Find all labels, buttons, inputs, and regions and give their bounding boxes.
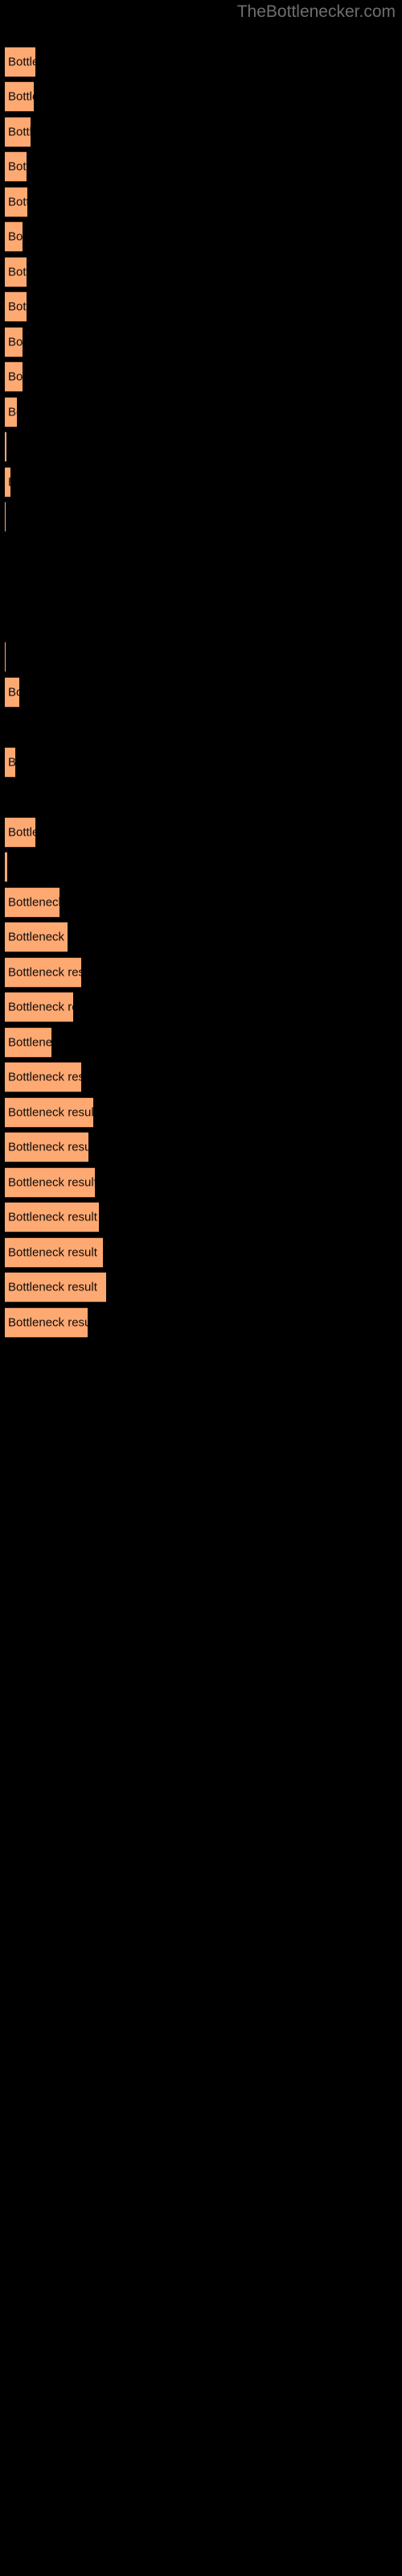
bar-segment[interactable]: Bottleneck result xyxy=(5,397,17,427)
bar-segment[interactable]: Bottleneck result xyxy=(5,47,35,77)
bar-chart-root: TheBottlenecker.com Bottleneck resultBot… xyxy=(0,0,402,2576)
bar-label: Bottleneck result xyxy=(8,476,10,489)
bar-segment[interactable]: Bottleneck result xyxy=(5,1167,95,1198)
bar-label: Bottleneck result xyxy=(8,265,27,279)
bar-label: Bottleneck result xyxy=(8,1140,88,1154)
bar-segment[interactable]: Bottleneck result xyxy=(5,992,73,1022)
bar-label: Bottleneck result xyxy=(8,1245,97,1260)
bar-label: Bottleneck result xyxy=(8,335,23,349)
bar-segment[interactable]: Bottleneck result xyxy=(5,187,27,217)
bar-label: Bottleneck result xyxy=(8,159,27,174)
bar-segment[interactable]: Bottleneck result xyxy=(5,1027,51,1058)
bar-label: Bottleneck result xyxy=(8,1175,95,1190)
bar-label: Bottleneck result xyxy=(8,1280,97,1294)
bar-label: Bottleneck result xyxy=(8,685,19,700)
bar-segment[interactable]: Bottleneck result xyxy=(5,1272,106,1302)
bar-label: Bottleneck result xyxy=(8,369,23,384)
bar-segment[interactable]: Bottleneck result xyxy=(5,1237,103,1268)
bar-segment[interactable]: Bottleneck result xyxy=(5,1097,93,1128)
bar-segment[interactable]: Bottleneck result xyxy=(5,117,31,147)
bar-label: Bottleneck result xyxy=(8,825,35,840)
bar-segment[interactable]: Bottleneck result xyxy=(5,1062,81,1092)
bar-segment[interactable]: Bottleneck result xyxy=(5,291,27,322)
bar-segment[interactable]: Bottleneck result xyxy=(5,81,34,112)
bar-label: Bottleneck result xyxy=(8,195,27,209)
bar-label: Bottleneck result xyxy=(8,1000,73,1014)
bar-segment[interactable]: Bottleneck result xyxy=(5,467,10,497)
bar-segment[interactable]: Bottleneck result xyxy=(5,852,7,882)
bar-label: Bottleneck result xyxy=(8,55,35,69)
bar-segment[interactable]: Bottleneck result xyxy=(5,887,59,918)
bar-segment[interactable]: Bottleneck result xyxy=(5,922,68,952)
bar-label: Bottleneck result xyxy=(8,229,23,244)
bar-label: Bottleneck result xyxy=(8,1070,81,1084)
bar-segment[interactable]: Bottleneck result xyxy=(5,502,6,532)
bar-segment[interactable]: Bottleneck result xyxy=(5,327,23,357)
bar-segment[interactable]: Bottleneck result xyxy=(5,151,27,182)
bar-label: Bottleneck result xyxy=(8,1035,51,1050)
bar-segment[interactable]: Bottleneck result xyxy=(5,1202,99,1232)
bar-label: Bottleneck result xyxy=(8,965,81,980)
bar-label: Bottleneck result xyxy=(8,125,31,139)
bar-label: Bottleneck result xyxy=(8,930,68,944)
bar-label: Bottleneck result xyxy=(8,299,27,314)
bar-label: Bottleneck result xyxy=(8,895,59,910)
bar-series-layer: Bottleneck result Bottleneck result Bottle… xyxy=(0,0,402,2576)
bar-segment[interactable]: Bottleneck result xyxy=(5,642,6,672)
bar-segment[interactable]: Bottleneck result xyxy=(5,677,19,708)
bar-label: Bottleneck result xyxy=(8,1210,97,1224)
bar-segment[interactable]: Bottleneck result xyxy=(5,957,81,988)
bar-label: Bottleneck result xyxy=(8,1105,93,1120)
bar-segment[interactable]: Bottleneck result xyxy=(5,747,15,778)
bar-segment[interactable]: Bottleneck result xyxy=(5,257,27,287)
bar-label: Bottleneck result xyxy=(8,89,34,104)
bar-segment[interactable]: Bottleneck result xyxy=(5,221,23,252)
bar-label: Bottleneck result xyxy=(8,405,17,419)
bar-segment[interactable]: Bottleneck result xyxy=(5,1307,88,1338)
bar-segment[interactable]: Bottleneck result xyxy=(5,817,35,848)
bar-label: Bottleneck result xyxy=(8,1315,88,1330)
bar-segment[interactable]: Bottleneck result xyxy=(5,1132,88,1162)
bar-segment[interactable]: Bottleneck result xyxy=(5,431,6,462)
bar-segment[interactable]: Bottleneck result xyxy=(5,361,23,392)
bar-label: Bottleneck result xyxy=(8,756,15,770)
